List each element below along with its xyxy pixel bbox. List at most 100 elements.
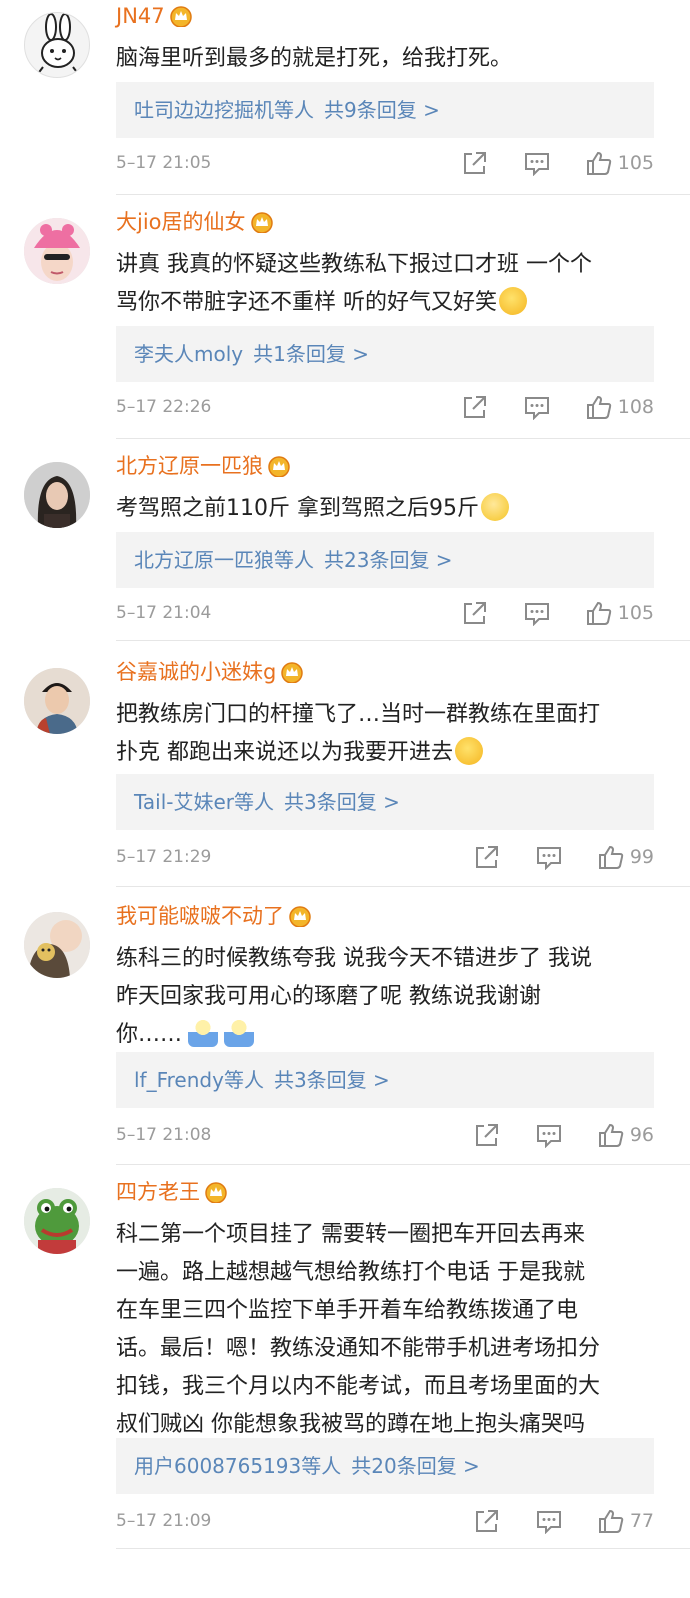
reply-count-link[interactable]: 共23条回复 > bbox=[324, 548, 453, 572]
comment-text: 把教练房门口的杆撞飞了…当时一群教练在里面打 扑克 都跑出来说还以为我要开进去 bbox=[116, 696, 661, 772]
comment-icon[interactable] bbox=[536, 1122, 562, 1148]
like-count: 96 bbox=[629, 1124, 654, 1146]
comment-icon[interactable] bbox=[524, 394, 550, 420]
like-button[interactable]: 77 bbox=[598, 1508, 654, 1534]
share-icon[interactable] bbox=[474, 1122, 500, 1148]
divider bbox=[116, 438, 690, 439]
laugh-cry-emoji-icon bbox=[455, 737, 483, 765]
divider bbox=[116, 640, 690, 641]
reply-names[interactable]: Tail-艾妹er等人 bbox=[134, 790, 274, 814]
reply-count-link[interactable]: 共3条回复 > bbox=[274, 1068, 390, 1092]
comment-text-line: 一遍。路上越想越气想给教练打个电话 于是我就 bbox=[116, 1260, 585, 1285]
comment-meta: 5–17 21:08 96 bbox=[116, 1120, 654, 1150]
avatar[interactable] bbox=[24, 912, 90, 978]
comment-username[interactable]: 四方老王 bbox=[116, 1178, 228, 1206]
like-count: 99 bbox=[629, 846, 654, 868]
share-icon[interactable] bbox=[462, 394, 488, 420]
reply-preview[interactable]: 吐司边边挖掘机等人 共9条回复 > bbox=[116, 82, 654, 138]
like-count: 108 bbox=[617, 396, 654, 418]
comment-icon[interactable] bbox=[524, 600, 550, 626]
reply-preview[interactable]: 北方辽原一匹狼等人 共23条回复 > bbox=[116, 532, 654, 588]
comment-text-line: 考驾照之前110斤 拿到驾照之后95斤 bbox=[116, 496, 479, 521]
reply-names[interactable]: 吐司边边挖掘机等人 bbox=[134, 98, 314, 122]
share-icon[interactable] bbox=[462, 600, 488, 626]
comment-time: 5–17 21:29 bbox=[116, 847, 212, 867]
hug-emoji-icon bbox=[224, 1017, 255, 1047]
comment-meta: 5–17 21:04 105 bbox=[116, 598, 654, 628]
reply-names[interactable]: 李夫人moly bbox=[134, 342, 243, 366]
comment-text-line: 骂你不带脏字还不重样 听的好气又好笑 bbox=[116, 290, 497, 315]
comment-text: 考驾照之前110斤 拿到驾照之后95斤 bbox=[116, 490, 661, 528]
comment-text: 讲真 我真的怀疑这些教练私下报过口才班 一个个 骂你不带脏字还不重样 听的好气又好… bbox=[116, 246, 661, 322]
reply-names[interactable]: 用户6008765193等人 bbox=[134, 1454, 341, 1478]
rabbit-avatar-icon bbox=[36, 13, 80, 76]
frog-avatar-icon bbox=[24, 1188, 90, 1254]
like-button[interactable]: 108 bbox=[586, 394, 654, 420]
crown-vip-icon bbox=[169, 6, 192, 27]
avatar[interactable] bbox=[24, 12, 90, 78]
comment-icon[interactable] bbox=[524, 150, 550, 176]
like-button[interactable]: 105 bbox=[586, 600, 654, 626]
thumbs-up-icon bbox=[586, 395, 611, 419]
like-button[interactable]: 105 bbox=[586, 150, 654, 176]
share-icon[interactable] bbox=[474, 844, 500, 870]
comment-time: 5–17 21:04 bbox=[116, 603, 212, 623]
reply-preview[interactable]: lf_Frendy等人 共3条回复 > bbox=[116, 1052, 654, 1108]
comment-actions: 105 bbox=[462, 598, 654, 628]
avatar[interactable] bbox=[24, 1188, 90, 1254]
comment-text-line: 扣钱，我三个月以内不能考试，而且考场里面的大 bbox=[116, 1374, 601, 1399]
like-count: 105 bbox=[617, 152, 654, 174]
divider bbox=[116, 886, 690, 887]
reply-count-link[interactable]: 共20条回复 > bbox=[351, 1454, 480, 1478]
comment-time: 5–17 22:26 bbox=[116, 397, 212, 417]
comment-text-line: 科二第一个项目挂了 需要转一圈把车开回去再来 bbox=[116, 1222, 585, 1247]
crown-vip-icon bbox=[205, 1182, 227, 1203]
reply-names[interactable]: 北方辽原一匹狼等人 bbox=[134, 548, 314, 572]
man-portrait-avatar-icon bbox=[24, 668, 90, 734]
reply-names[interactable]: lf_Frendy等人 bbox=[134, 1068, 264, 1092]
reply-preview[interactable]: 李夫人moly 共1条回复 > bbox=[116, 326, 654, 382]
thumbs-up-icon bbox=[598, 1123, 624, 1147]
comment-actions: 108 bbox=[462, 392, 654, 422]
reply-preview[interactable]: Tail-艾妹er等人 共3条回复 > bbox=[116, 774, 654, 830]
comment-username[interactable]: 北方辽原一匹狼 bbox=[116, 452, 291, 480]
thumbs-up-icon bbox=[586, 601, 611, 625]
crown-vip-icon bbox=[250, 212, 273, 233]
comment-text-line: 在车里三四个监控下单手开着车给教练拨通了电 bbox=[116, 1298, 579, 1323]
like-count: 105 bbox=[617, 602, 654, 624]
crown-vip-icon bbox=[281, 662, 304, 683]
avatar[interactable] bbox=[24, 218, 90, 284]
avatar[interactable] bbox=[24, 668, 90, 734]
comment-meta: 5–17 21:09 77 bbox=[116, 1506, 654, 1536]
comment-time: 5–17 21:05 bbox=[116, 153, 212, 173]
comment-meta: 5–17 21:05 105 bbox=[116, 148, 654, 178]
avatar[interactable] bbox=[24, 462, 90, 528]
thumbs-up-icon bbox=[598, 845, 624, 869]
cute-face-emoji-icon bbox=[480, 493, 509, 521]
comment-actions: 99 bbox=[474, 842, 654, 872]
comment-text-line: 讲真 我真的怀疑这些教练私下报过口才班 一个个 bbox=[116, 252, 592, 277]
like-button[interactable]: 99 bbox=[598, 844, 654, 870]
reply-count-link[interactable]: 共3条回复 > bbox=[284, 790, 400, 814]
thumbs-up-icon bbox=[586, 151, 611, 175]
comment-text-line: 扑克 都跑出来说还以为我要开进去 bbox=[116, 740, 453, 765]
comment-icon[interactable] bbox=[536, 1508, 562, 1534]
hug-emoji-icon bbox=[188, 1017, 219, 1047]
girl-pink-hat-avatar-icon bbox=[24, 218, 90, 284]
share-icon[interactable] bbox=[462, 150, 488, 176]
comment-username[interactable]: JN47 bbox=[116, 2, 193, 30]
reply-count-link[interactable]: 共1条回复 > bbox=[253, 342, 369, 366]
share-icon[interactable] bbox=[474, 1508, 500, 1534]
comment-text-line: 脑海里听到最多的就是打死，给我打死。 bbox=[116, 46, 513, 71]
comment-text-line: 话。最后！嗯！教练没通知不能带手机进考场扣分 bbox=[116, 1336, 601, 1361]
comment-text-line: 叔们贼凶 你能想象我被骂的蹲在地上抱头痛哭吗 bbox=[116, 1412, 585, 1437]
comment-username[interactable]: 我可能啵啵不动了 bbox=[116, 902, 312, 930]
reply-preview[interactable]: 用户6008765193等人 共20条回复 > bbox=[116, 1438, 654, 1494]
comment-time: 5–17 21:08 bbox=[116, 1125, 212, 1145]
comment-icon[interactable] bbox=[536, 844, 562, 870]
comment-username[interactable]: 谷嘉诚的小迷妹g bbox=[116, 658, 304, 686]
like-button[interactable]: 96 bbox=[598, 1122, 654, 1148]
cartoon-avatar-icon bbox=[24, 912, 90, 978]
reply-count-link[interactable]: 共9条回复 > bbox=[324, 98, 440, 122]
comment-username[interactable]: 大jio居的仙女 bbox=[116, 208, 274, 236]
